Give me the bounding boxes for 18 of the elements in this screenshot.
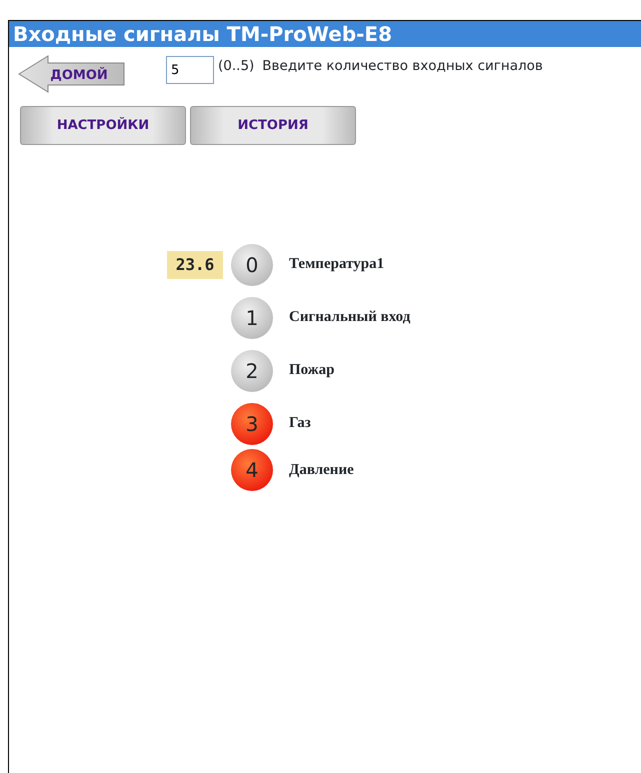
page-title: Входные сигналы TM-ProWeb-E8	[9, 21, 641, 47]
home-button[interactable]: ДОМОЙ	[18, 55, 126, 93]
signal-name: Газ	[289, 414, 311, 434]
signal-indicator: 4	[231, 449, 273, 491]
value-display: 23.6	[167, 250, 223, 278]
count-field[interactable]: 5	[166, 56, 214, 84]
nav-button[interactable]: НАСТРОЙКИ	[20, 106, 186, 145]
range-hint: (0..5)	[218, 57, 254, 76]
signal-indicator: 3	[231, 402, 273, 444]
signal-name: Пожар	[289, 361, 335, 380]
signal-indicator: 0	[231, 244, 273, 286]
signal-indicator: 2	[231, 350, 273, 392]
signal-name: Температура1	[289, 255, 384, 274]
signal-indicator: 1	[231, 296, 273, 338]
signal-name: Сигнальный вход	[289, 308, 410, 328]
nav-button[interactable]: ИСТОРИЯ	[190, 106, 356, 145]
signal-name: Давление	[289, 460, 354, 480]
count-label: Введите количество входных сигналов	[262, 57, 543, 76]
